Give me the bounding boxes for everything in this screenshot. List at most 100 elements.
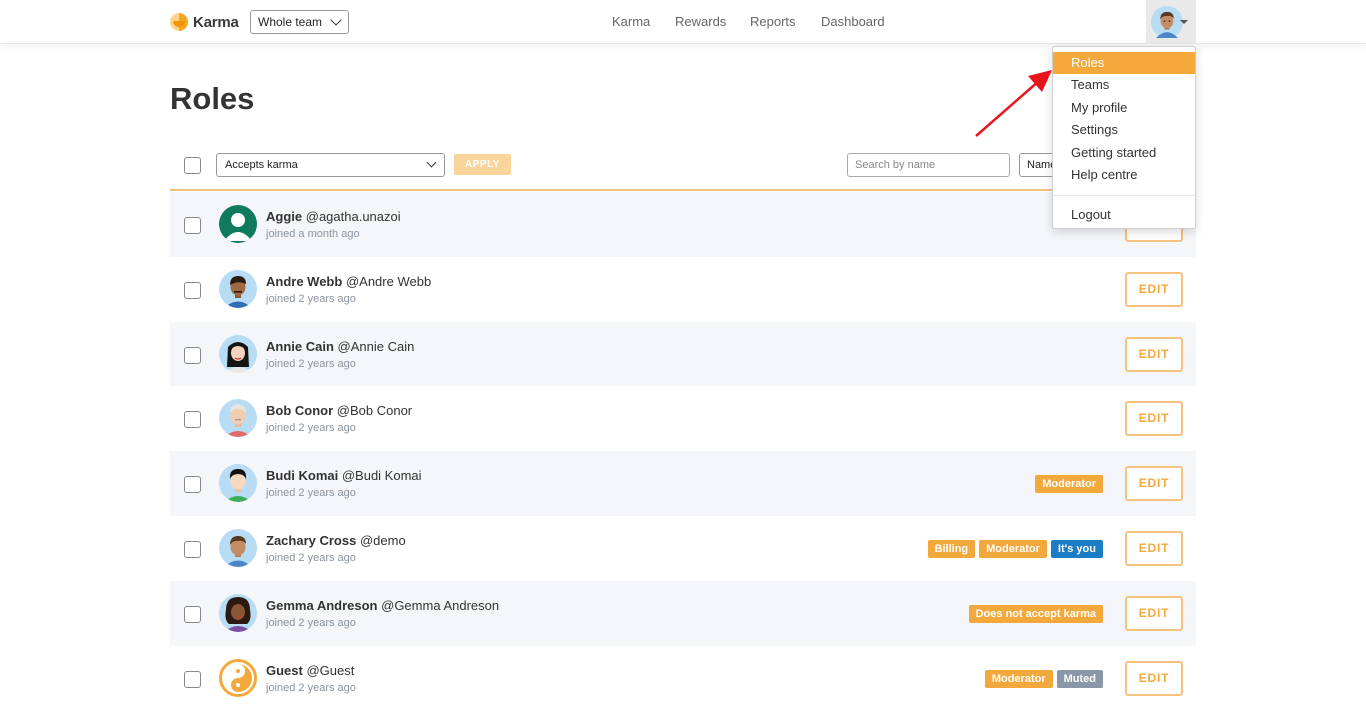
user-row: Zachary Cross @demo joined 2 years ago B…	[170, 516, 1196, 581]
user-name: Annie Cain	[266, 338, 334, 354]
karma-logo-icon	[170, 13, 188, 31]
chevron-down-icon	[330, 14, 342, 26]
edit-button[interactable]: EDIT	[1125, 466, 1183, 502]
woman-avatar	[219, 334, 257, 373]
caret-down-icon	[1180, 20, 1188, 24]
user-menu-button[interactable]	[1146, 0, 1196, 44]
user-name-line: Aggie @agatha.unazoi	[266, 209, 401, 224]
edit-button[interactable]: EDIT	[1125, 530, 1183, 566]
menu-item-getting-started[interactable]: Getting started	[1053, 142, 1195, 164]
user-name-line: Bob Conor @Bob Conor	[266, 403, 412, 418]
team-select[interactable]: Whole team	[250, 10, 349, 34]
main-nav: Karma Rewards Reports Dashboard	[612, 14, 891, 29]
menu-item-teams[interactable]: Teams	[1053, 74, 1195, 96]
menu-divider	[1053, 195, 1195, 197]
user-row: Aggie @agatha.unazoi joined a month ago …	[170, 192, 1196, 257]
user-name: Bob Conor	[266, 403, 334, 419]
user-handle: @demo	[359, 532, 406, 548]
row-checkbox[interactable]	[184, 346, 201, 364]
bulk-action-toolbar: Accepts karma APPLY Name	[170, 148, 1196, 191]
joined-date: joined 2 years ago	[266, 292, 356, 305]
edit-button[interactable]: EDIT	[1125, 595, 1183, 631]
user-handle: @Bob Conor	[336, 403, 413, 419]
joined-date: joined 2 years ago	[266, 357, 356, 370]
badge-its-you: It's you	[1050, 539, 1103, 558]
menu-item-my-profile[interactable]: My profile	[1053, 97, 1195, 119]
row-checkbox[interactable]	[184, 476, 201, 494]
row-checkbox[interactable]	[184, 281, 201, 299]
user-handle: @Budi Komai	[341, 468, 422, 484]
user-handle: @Guest	[306, 662, 355, 678]
user-handle: @Gemma Andreson	[381, 597, 500, 613]
chevron-down-icon	[426, 157, 437, 168]
user-row: Andre Webb @Andre Webb joined 2 years ag…	[170, 257, 1196, 322]
menu-item-logout[interactable]: Logout	[1053, 204, 1195, 226]
user-row: Annie Cain @Annie Cain joined 2 years ag…	[170, 321, 1196, 387]
nav-rewards[interactable]: Rewards	[675, 14, 750, 29]
badge-moderator: Moderator	[984, 669, 1053, 688]
woman-avatar	[219, 593, 257, 632]
user-name: Aggie	[266, 209, 303, 224]
joined-date: joined 2 years ago	[266, 487, 356, 500]
role-action-value: Accepts karma	[225, 159, 298, 171]
man-avatar	[219, 528, 257, 567]
joined-date: joined 2 years ago	[266, 681, 356, 694]
user-row: Bob Conor @Bob Conor joined 2 years ago …	[170, 386, 1196, 451]
user-row: Guest @Guest joined 2 years ago Moderato…	[170, 646, 1196, 710]
menu-item-settings[interactable]: Settings	[1053, 119, 1195, 141]
guest-avatar	[219, 658, 257, 697]
user-name: Andre Webb	[266, 273, 343, 289]
menu-item-roles[interactable]: Roles	[1053, 52, 1195, 75]
badge-muted: Muted	[1056, 669, 1103, 688]
role-badges: Does not accept karma	[968, 604, 1103, 623]
user-name: Guest	[266, 662, 303, 678]
man-avatar	[219, 269, 257, 308]
user-name-line: Budi Komai @Budi Komai	[266, 468, 422, 483]
man-avatar	[219, 464, 257, 503]
row-checkbox[interactable]	[184, 540, 201, 558]
row-checkbox[interactable]	[184, 670, 201, 688]
nav-dashboard[interactable]: Dashboard	[821, 14, 891, 29]
edit-button[interactable]: EDIT	[1125, 401, 1183, 437]
role-badges: Moderator Muted	[984, 669, 1103, 688]
select-all-checkbox[interactable]	[184, 157, 201, 174]
user-name-line: Zachary Cross @demo	[266, 533, 406, 548]
role-action-select[interactable]: Accepts karma	[216, 153, 445, 177]
edit-button[interactable]: EDIT	[1125, 336, 1183, 372]
role-badges: Moderator	[1035, 475, 1103, 494]
user-name-line: Andre Webb @Andre Webb	[266, 274, 431, 289]
joined-date: joined 2 years ago	[266, 616, 356, 629]
search-input[interactable]	[847, 153, 1010, 177]
nav-karma[interactable]: Karma	[612, 14, 675, 29]
badge-moderator: Moderator	[1035, 475, 1103, 494]
user-dropdown-menu: Roles Teams My profile Settings Getting …	[1052, 46, 1196, 229]
top-navbar: Karma Whole team Karma Rewards Reports D…	[0, 0, 1366, 44]
user-name-line: Gemma Andreson @Gemma Andreson	[266, 598, 499, 613]
row-checkbox[interactable]	[184, 411, 201, 429]
joined-date: joined 2 years ago	[266, 422, 356, 435]
page-title: Roles	[170, 81, 255, 116]
default-avatar	[219, 205, 257, 243]
joined-date: joined a month ago	[266, 228, 360, 240]
row-checkbox[interactable]	[184, 605, 201, 623]
user-list: Aggie @agatha.unazoi joined a month ago …	[170, 192, 1196, 710]
menu-item-help-centre[interactable]: Help centre	[1053, 164, 1195, 186]
user-name-line: Annie Cain @Annie Cain	[266, 339, 414, 354]
joined-date: joined 2 years ago	[266, 551, 356, 564]
user-name: Budi Komai	[266, 468, 339, 484]
user-row: Budi Komai @Budi Komai joined 2 years ag…	[170, 451, 1196, 516]
logo[interactable]: Karma	[170, 12, 239, 32]
edit-button[interactable]: EDIT	[1125, 660, 1183, 696]
red-arrow-annotation	[975, 70, 1052, 137]
apply-button[interactable]: APPLY	[454, 154, 511, 175]
user-handle: @Annie Cain	[337, 338, 415, 354]
current-user-avatar	[1151, 6, 1183, 38]
badge-does-not-accept-karma: Does not accept karma	[968, 604, 1103, 623]
role-badges: Billing Moderator It's you	[927, 539, 1103, 558]
edit-button[interactable]: EDIT	[1125, 271, 1183, 307]
row-checkbox[interactable]	[184, 217, 201, 234]
user-name: Zachary Cross	[266, 532, 357, 548]
user-name: Gemma Andreson	[266, 597, 378, 613]
man-avatar	[219, 399, 257, 438]
nav-reports[interactable]: Reports	[750, 14, 821, 29]
